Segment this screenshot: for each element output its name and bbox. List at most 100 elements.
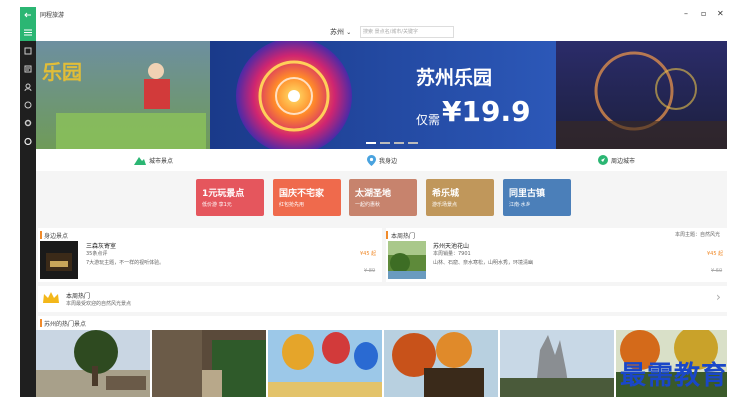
compass-icon — [24, 101, 32, 109]
close-button[interactable]: ✕ — [717, 9, 724, 18]
nearby-heading: 身边景点 — [44, 233, 69, 240]
back-button[interactable] — [20, 7, 36, 23]
hamburger-icon — [24, 29, 32, 35]
svg-text:乐园: 乐园 — [42, 60, 82, 84]
rock-photo — [500, 335, 614, 397]
tab-nearby-cities[interactable]: 周边城市 — [598, 149, 635, 171]
category-card[interactable]: 同里古镇 江南·水乡 — [503, 179, 571, 216]
quick-tabs: 城市景点 我身边 周边城市 — [36, 149, 727, 172]
chevron-down-icon: ⌄ — [346, 29, 352, 36]
tab-nearby[interactable]: 我身边 — [367, 149, 397, 171]
nearby-panel: 身边景点 三森灰寄室 35条点评 7大游玩主题，不一样的视听体验。 ¥45 起 … — [38, 228, 382, 282]
carousel-dot[interactable] — [394, 142, 404, 144]
tab-label: 城市景点 — [149, 157, 174, 165]
popular-photo[interactable] — [268, 330, 382, 397]
category-title: 希乐城 — [432, 189, 460, 199]
category-card[interactable]: 太湖圣地 一起约惠秋 — [349, 179, 417, 216]
nearby-reviews: 35条点评 — [86, 251, 108, 257]
city-selector[interactable]: 苏州 ⌄ — [330, 27, 351, 37]
weekly-tags: 山林、石窟、奈水寒松，山明水秀，环境清幽 — [433, 260, 534, 266]
weekly-theme: 本周主题：自然风光 — [675, 232, 721, 238]
nearby-original-price: ¥ 89 — [364, 268, 376, 274]
section-marker — [40, 319, 42, 327]
maximize-button[interactable]: ▫ — [701, 9, 706, 18]
watermark: 最需教育 — [620, 361, 729, 391]
back-arrow-icon — [24, 12, 31, 18]
promo-subtitle: 本周最受欢迎的自然风光景点 — [66, 301, 132, 307]
weekly-thumbnail[interactable] — [388, 241, 426, 279]
promo-title: 本周热门 — [66, 293, 91, 300]
carousel-dot-active[interactable] — [366, 142, 376, 144]
sidebar-orders[interactable] — [20, 62, 36, 76]
weekly-panel: 本周热门 本周主题：自然风光 苏州天池花山 本周销量：7901 山林、石窟、奈水… — [386, 228, 727, 282]
category-card[interactable]: 国庆不宅家 红包抢先用 — [273, 179, 341, 216]
tab-label: 我身边 — [379, 157, 398, 165]
banner-title: 苏州乐园 — [416, 67, 493, 89]
frame-bottom — [0, 397, 747, 405]
popular-heading: 苏州的热门景点 — [44, 321, 87, 328]
section-marker — [40, 231, 42, 239]
navigation-icon — [598, 155, 608, 165]
category-subtitle: 游乐场景点 — [432, 202, 458, 208]
sidebar-settings[interactable] — [20, 116, 36, 130]
weekly-promo-row[interactable]: 本周热门 本周最受欢迎的自然风光景点 › — [38, 286, 727, 312]
frame-top — [0, 0, 747, 7]
nearby-desc: 7大游玩主题，不一样的视听体验。 — [86, 260, 165, 266]
category-card[interactable]: 1元玩景点 低价游 享1元 — [196, 179, 264, 216]
category-title: 太湖圣地 — [355, 189, 392, 199]
location-pin-icon — [367, 154, 376, 166]
gear-icon — [24, 119, 32, 127]
chevron-right-icon: › — [716, 290, 721, 304]
category-subtitle: 江南·水乡 — [509, 202, 531, 208]
tab-label: 周边城市 — [611, 157, 636, 165]
city-label: 苏州 — [330, 28, 344, 36]
mountain-icon — [134, 157, 146, 165]
crown-icon — [43, 292, 59, 303]
popular-photo[interactable] — [384, 330, 498, 397]
order-icon — [24, 65, 32, 73]
banner-image: 乐园 — [36, 41, 727, 149]
category-subtitle: 低价游 享1元 — [202, 202, 232, 208]
attraction-photo — [46, 253, 72, 271]
weekly-price: ¥45 起 — [707, 251, 724, 257]
balloon-photo — [268, 332, 382, 397]
section-marker — [386, 231, 388, 239]
weekly-name[interactable]: 苏州天池花山 — [433, 241, 469, 250]
category-subtitle: 红包抢先用 — [279, 202, 305, 208]
home-icon — [24, 47, 32, 55]
tab-city-attractions[interactable]: 城市景点 — [134, 149, 173, 171]
weekly-heading: 本周热门 — [391, 233, 416, 240]
app-title: 同程旅游 — [40, 12, 65, 19]
menu-button[interactable] — [20, 23, 36, 41]
nearby-thumbnail[interactable] — [40, 241, 78, 279]
banner-price: ¥19.9 — [442, 95, 531, 128]
tree-photo — [36, 330, 150, 397]
popular-photo[interactable] — [36, 330, 150, 397]
sidebar-home[interactable] — [20, 44, 36, 58]
category-title: 1元玩景点 — [202, 189, 245, 199]
category-title: 同里古镇 — [509, 189, 546, 199]
title-bar — [36, 7, 727, 24]
sidebar-power[interactable] — [20, 134, 36, 148]
popular-photo[interactable] — [152, 330, 266, 397]
lane-photo — [152, 330, 266, 397]
popular-header: 苏州的热门景点 — [38, 316, 727, 330]
carousel-dot[interactable] — [408, 142, 418, 144]
carousel-dot[interactable] — [380, 142, 390, 144]
category-title: 国庆不宅家 — [279, 189, 325, 199]
banner-carousel[interactable]: 乐园 苏州乐园 仅需 ¥19.9 — [36, 41, 727, 149]
weekly-sales: 本周销量：7901 — [433, 251, 471, 257]
autumn-photo — [392, 332, 484, 397]
nearby-name[interactable]: 三森灰寄室 — [86, 241, 116, 250]
nearby-price: ¥45 起 — [360, 251, 377, 257]
minimize-button[interactable]: – — [684, 9, 688, 18]
search-input[interactable]: 搜索 景点名/城市/关键字 — [360, 26, 454, 38]
sidebar-user[interactable] — [20, 80, 36, 94]
popular-photo[interactable] — [500, 330, 614, 397]
user-icon — [24, 83, 32, 91]
power-icon — [24, 137, 32, 145]
sidebar-discover[interactable] — [20, 98, 36, 112]
category-subtitle: 一起约惠秋 — [355, 202, 381, 208]
category-card[interactable]: 希乐城 游乐场景点 — [426, 179, 494, 216]
weekly-original-price: ¥ 60 — [711, 268, 723, 274]
